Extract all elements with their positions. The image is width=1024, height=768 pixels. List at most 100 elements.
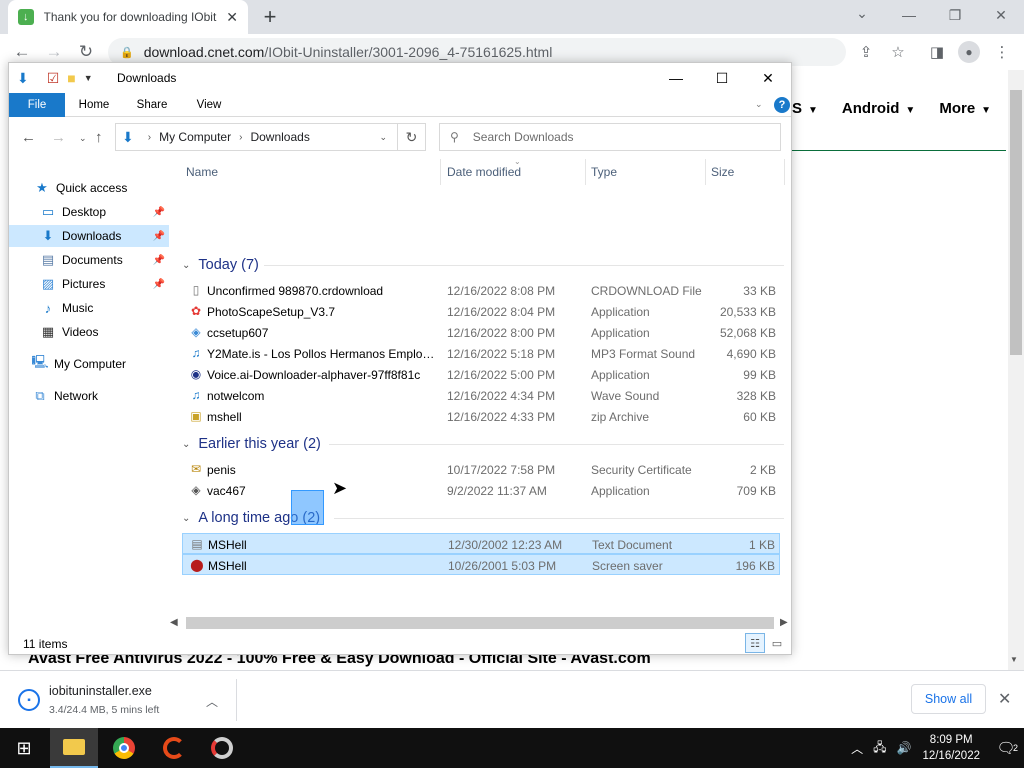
large-icons-view-icon[interactable]: ▭ (767, 633, 787, 653)
scroll-right-arrow-icon[interactable]: ▶ (780, 617, 788, 628)
page-scrollbar-thumb[interactable] (1010, 90, 1022, 355)
taskbar-file-explorer[interactable] (50, 728, 98, 768)
nav-videos[interactable]: ▦ Videos (9, 321, 169, 343)
clock[interactable]: 8:09 PM 12/16/2022 (922, 732, 980, 764)
up-icon[interactable]: ↑ (95, 129, 103, 146)
column-type[interactable]: Type (591, 165, 617, 179)
new-folder-icon[interactable]: ■ (67, 70, 75, 86)
forward-icon[interactable]: → (51, 129, 66, 146)
scroll-down-arrow-icon[interactable]: ▼ (1010, 655, 1018, 664)
tab-file[interactable]: File (9, 93, 65, 117)
nav-pictures[interactable]: ▨ Pictures 📌 (9, 273, 169, 295)
tab-home[interactable]: Home (73, 93, 115, 117)
column-separator[interactable] (440, 159, 441, 185)
browser-tab[interactable]: ↓ Thank you for downloading IObit Uninst… (8, 0, 248, 34)
column-size[interactable]: Size (711, 165, 734, 179)
show-all-button[interactable]: Show all (911, 684, 986, 714)
file-row[interactable]: ▤ MSHell 12/30/2002 12:23 AM Text Docume… (182, 533, 780, 554)
lock-icon[interactable]: 🔒 (120, 46, 134, 59)
chrome-menu-icon[interactable]: ⋮ (990, 40, 1014, 64)
breadcrumb-separator-icon[interactable]: › (239, 132, 242, 143)
taskbar-chrome[interactable] (100, 728, 148, 768)
bookmark-star-icon[interactable]: ☆ (886, 40, 910, 64)
nav-desktop[interactable]: ▭ Desktop 📌 (9, 201, 169, 223)
nav-downloads[interactable]: ⬇ Downloads 📌 (9, 225, 169, 247)
tab-search-icon[interactable]: ⌄ (850, 5, 874, 22)
file-row[interactable]: ✉ penis 10/17/2022 7:58 PM Security Cert… (182, 459, 780, 480)
minimize-icon[interactable]: — (886, 0, 932, 30)
restore-icon[interactable]: ❐ (932, 0, 978, 30)
tray-overflow-chevron-icon[interactable]: ︿ (851, 740, 863, 757)
nav-music[interactable]: ♪ Music (9, 297, 169, 319)
column-separator[interactable] (705, 159, 706, 185)
scroll-left-arrow-icon[interactable]: ◀ (170, 617, 178, 628)
reload-icon[interactable]: ↻ (74, 40, 98, 64)
network-icon[interactable]: 🖧 (873, 738, 886, 759)
address-dropdown-icon[interactable]: ⌄ (379, 132, 387, 143)
file-row[interactable]: ◈ ccsetup607 12/16/2022 8:00 PM Applicat… (182, 322, 780, 343)
customize-toolbar-icon[interactable]: ▼ (84, 73, 93, 83)
tab-close-icon[interactable]: ✕ (226, 9, 238, 26)
column-separator[interactable] (784, 159, 785, 185)
tab-share[interactable]: Share (131, 93, 173, 117)
profile-avatar-icon[interactable]: ● (958, 41, 980, 63)
site-nav-item[interactable]: Android ▼ (842, 100, 915, 117)
file-row[interactable]: ♫ Y2Mate.is - Los Pollos Hermanos Employ… (182, 343, 780, 364)
close-icon[interactable]: ✕ (978, 0, 1024, 30)
close-icon[interactable]: ✕ (745, 63, 791, 93)
nav-documents[interactable]: ▤ Documents 📌 (9, 249, 169, 271)
file-row[interactable]: ✿ PhotoScapeSetup_V3.7 12/16/2022 8:04 P… (182, 301, 780, 322)
nav-my-computer[interactable]: 🖳 My Computer (9, 353, 169, 375)
file-row[interactable]: ◉ Voice.ai-Downloader-alphaver-97ff8f81c… (182, 364, 780, 385)
file-row[interactable]: ◈ vac467 9/2/2022 11:37 AM Application 7… (182, 480, 780, 501)
site-nav-item[interactable]: More ▼ (939, 100, 991, 117)
breadcrumb-downloads[interactable]: Downloads (250, 130, 309, 144)
group-header-a-long-time-ago[interactable]: ⌄ A long time ago (2) (174, 507, 785, 529)
volume-icon[interactable]: 🔊 (896, 741, 911, 755)
address-bar[interactable]: ⬇ › My Computer › Downloads ⌄ (115, 123, 398, 151)
group-header-earlier-this-year[interactable]: ⌄ Earlier this year (2) (174, 433, 785, 455)
file-row[interactable]: ♫ notwelcom 12/16/2022 4:34 PM Wave Soun… (182, 385, 780, 406)
horizontal-scrollbar-thumb[interactable] (186, 617, 774, 629)
horizontal-scrollbar[interactable]: ◀ ▶ (166, 615, 791, 632)
column-date-modified[interactable]: Date modified (447, 165, 521, 179)
site-nav-item[interactable]: S ▼ (792, 100, 818, 117)
minimize-icon[interactable]: — (653, 63, 699, 93)
side-panel-icon[interactable]: ◨ (925, 40, 949, 64)
notification-center-icon[interactable]: 🗨 2 (988, 739, 1024, 757)
new-tab-button[interactable]: + (258, 4, 282, 30)
breadcrumb-my-computer[interactable]: My Computer (159, 130, 231, 144)
close-icon[interactable]: ✕ (998, 689, 1011, 709)
windows-start-icon[interactable]: ⊞ (0, 728, 48, 768)
properties-icon[interactable]: ☑ (47, 70, 60, 87)
tab-view[interactable]: View (189, 93, 229, 117)
help-icon[interactable]: ? (774, 97, 790, 113)
back-icon[interactable]: ← (21, 129, 36, 146)
taskbar-ccleaner[interactable] (150, 728, 198, 768)
share-icon[interactable]: ⇪ (854, 40, 878, 64)
chevron-up-icon[interactable]: ︿ (206, 693, 218, 710)
back-icon[interactable]: ← (10, 40, 34, 64)
nav-quick-access[interactable]: ★ Quick access (9, 177, 169, 199)
maximize-icon[interactable]: ☐ (699, 63, 745, 93)
breadcrumb-separator-icon[interactable]: › (148, 132, 151, 143)
column-separator[interactable] (585, 159, 586, 185)
taskbar-photoscape[interactable] (198, 728, 246, 768)
details-view-icon[interactable]: ☷ (745, 633, 765, 653)
expand-ribbon-icon[interactable]: ⌄ (755, 99, 763, 110)
file-row[interactable]: ▯ Unconfirmed 989870.crdownload 12/16/20… (182, 280, 780, 301)
file-row[interactable]: ⬤ MSHell 10/26/2001 5:03 PM Screen saver… (182, 554, 780, 575)
nav-network[interactable]: ⧉ Network (9, 385, 169, 407)
quick-access-download-icon[interactable]: ⬇ (17, 70, 29, 87)
column-name[interactable]: Name (186, 165, 218, 179)
recent-locations-icon[interactable]: ⌄ (79, 133, 87, 144)
download-item[interactable]: ▪ iobituninstaller.exe 3.4/24.4 MB, 5 mi… (14, 679, 236, 723)
chevron-down-icon[interactable]: ⌄ (182, 513, 190, 524)
search-input[interactable]: ⚲ Search Downloads (439, 123, 781, 151)
file-row[interactable]: ▣ mshell 12/16/2022 4:33 PM zip Archive … (182, 406, 780, 427)
forward-icon[interactable]: → (42, 40, 66, 64)
chevron-down-icon[interactable]: ⌄ (182, 260, 190, 271)
group-header-today[interactable]: ⌄ Today (7) (174, 254, 785, 276)
refresh-icon[interactable]: ↻ (398, 123, 426, 151)
chevron-down-icon[interactable]: ⌄ (182, 439, 190, 450)
